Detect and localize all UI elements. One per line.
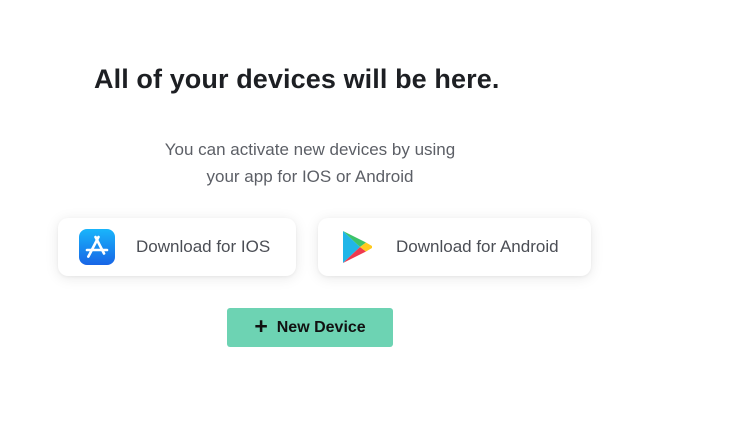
new-device-button[interactable]: + New Device <box>227 308 393 347</box>
description-line-1: You can activate new devices by using <box>164 140 456 159</box>
empty-state-title: All of your devices will be here. <box>94 64 500 94</box>
download-ios-label: Download for IOS <box>136 237 271 256</box>
plus-icon: + <box>254 313 268 339</box>
google-play-icon <box>339 229 375 265</box>
description-line-2: your app for IOS or Android <box>206 167 414 186</box>
new-device-label: New Device <box>276 318 366 336</box>
download-android-label: Download for Android <box>396 237 559 256</box>
empty-state-description: You can activate new devices by using yo… <box>140 136 480 190</box>
download-android-button[interactable]: Download for Android <box>318 218 591 276</box>
download-ios-button[interactable]: Download for IOS <box>58 218 296 276</box>
app-store-icon <box>79 229 115 265</box>
